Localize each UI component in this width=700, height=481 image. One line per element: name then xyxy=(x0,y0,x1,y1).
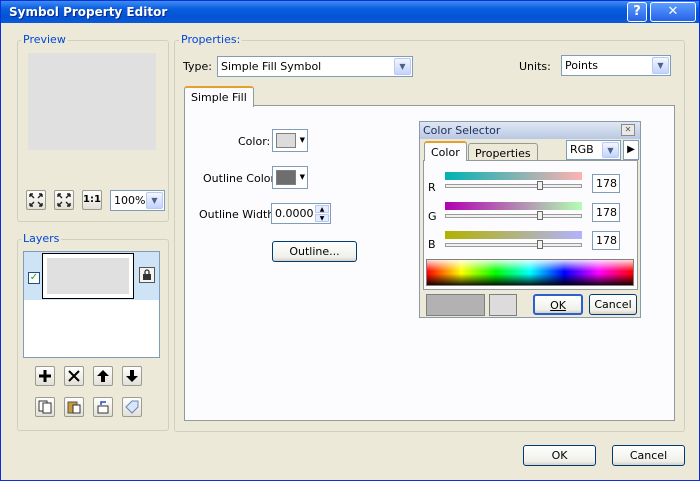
b-gradient-bar xyxy=(445,231,582,239)
g-gradient-bar xyxy=(445,202,582,210)
color-selector-cancel-button[interactable]: Cancel xyxy=(589,294,637,315)
close-icon[interactable]: ✕ xyxy=(621,124,635,136)
color-model-value: RGB xyxy=(570,143,594,156)
tag-icon[interactable] xyxy=(122,397,142,417)
tab-simple-fill[interactable]: Simple Fill xyxy=(184,86,254,107)
channel-label-r: R xyxy=(428,181,436,194)
title-bar[interactable]: Symbol Property Editor ? ✕ xyxy=(1,1,699,23)
outline-width-label: Outline Width: xyxy=(199,208,278,221)
units-label: Units: xyxy=(519,60,551,73)
remove-layer-icon[interactable] xyxy=(64,366,84,386)
color-spectrum[interactable] xyxy=(426,259,634,286)
outline-width-value: 0.0000 xyxy=(275,207,314,220)
ok-button[interactable]: OK xyxy=(523,445,596,466)
preview-swatch xyxy=(28,53,156,150)
current-color-swatch xyxy=(426,294,485,316)
g-slider-thumb[interactable] xyxy=(537,211,543,220)
layer-thumbnail[interactable] xyxy=(42,253,134,299)
copy-icon[interactable] xyxy=(35,397,55,417)
r-slider-thumb[interactable] xyxy=(537,181,543,190)
help-button[interactable]: ? xyxy=(627,2,647,22)
layer-row-selected[interactable]: ✓ xyxy=(24,252,159,300)
preview-label: Preview xyxy=(21,33,68,46)
window-title: Symbol Property Editor xyxy=(9,5,168,19)
layer-checkbox[interactable]: ✓ xyxy=(28,272,40,284)
r-gradient-bar xyxy=(445,172,582,180)
outline-color-label: Outline Color: xyxy=(203,172,279,185)
layer-fill-swatch xyxy=(47,258,129,294)
lock-icon[interactable] xyxy=(139,267,155,283)
move-up-icon[interactable] xyxy=(93,366,113,386)
close-icon: ✕ xyxy=(667,4,679,19)
color-model-combo[interactable]: RGB ▼ xyxy=(566,140,621,160)
layers-list[interactable]: ✓ xyxy=(23,251,160,358)
type-value: Simple Fill Symbol xyxy=(221,60,322,73)
full-extent-icon[interactable] xyxy=(54,190,74,210)
spin-up-icon[interactable]: ▲ xyxy=(315,205,329,213)
ok-label: OK xyxy=(550,299,566,312)
channel-label-g: G xyxy=(428,210,437,223)
type-combo[interactable]: Simple Fill Symbol ▼ xyxy=(217,56,413,77)
units-combo[interactable]: Points ▼ xyxy=(561,55,671,76)
actual-size-icon[interactable]: 1:1 xyxy=(82,190,102,210)
g-slider[interactable] xyxy=(445,214,582,218)
chevron-down-icon[interactable]: ▼ xyxy=(652,57,669,74)
tab-properties[interactable]: Properties xyxy=(468,143,538,161)
units-value: Points xyxy=(565,59,599,72)
outline-button[interactable]: Outline... xyxy=(272,241,357,262)
previous-color-swatch xyxy=(489,294,517,316)
cancel-button[interactable]: Cancel xyxy=(612,445,685,466)
symbol-property-editor-window: Symbol Property Editor ? ✕ Preview 1:1 1… xyxy=(0,0,700,481)
fit-icon[interactable] xyxy=(26,190,46,210)
outline-width-spinner[interactable]: 0.0000 ▲ ▼ xyxy=(271,203,331,224)
color-picker-button[interactable]: ▼ xyxy=(272,129,308,152)
zoom-value: 100% xyxy=(114,194,146,207)
chevron-right-icon[interactable]: ▶ xyxy=(623,140,639,160)
chevron-down-icon[interactable]: ▼ xyxy=(146,192,163,209)
close-button[interactable]: ✕ xyxy=(650,2,696,22)
move-down-icon[interactable] xyxy=(122,366,142,386)
paste-icon[interactable] xyxy=(64,397,84,417)
reset-icon[interactable] xyxy=(93,397,113,417)
color-selector-titlebar[interactable]: Color Selector ✕ xyxy=(420,122,640,139)
b-slider-thumb[interactable] xyxy=(537,240,543,249)
chevron-down-icon[interactable]: ▼ xyxy=(394,58,411,75)
chevron-down-icon: ▼ xyxy=(299,173,305,181)
type-label: Type: xyxy=(183,60,212,73)
chevron-down-icon: ▼ xyxy=(299,136,305,144)
color-label: Color: xyxy=(238,135,271,148)
properties-label: Properties: xyxy=(179,33,243,46)
spin-down-icon[interactable]: ▼ xyxy=(315,214,329,222)
color-selector-ok-button[interactable]: OK xyxy=(533,294,583,315)
zoom-combo[interactable]: 100% ▼ xyxy=(110,190,165,211)
layers-label: Layers xyxy=(21,232,62,245)
g-value-field[interactable]: 178 xyxy=(592,203,620,222)
outline-color-picker-button[interactable]: ▼ xyxy=(272,166,308,189)
color-selector-window: Color Selector ✕ Color Properties RGB ▼ … xyxy=(419,121,641,318)
color-selector-title: Color Selector xyxy=(423,124,501,137)
r-value-field[interactable]: 178 xyxy=(592,174,620,193)
outline-color-swatch xyxy=(276,170,296,185)
add-layer-icon[interactable] xyxy=(35,366,55,386)
b-value-field[interactable]: 178 xyxy=(592,231,620,250)
tab-color[interactable]: Color xyxy=(424,141,467,161)
r-slider[interactable] xyxy=(445,184,582,188)
color-swatch xyxy=(276,133,296,148)
channel-label-b: B xyxy=(428,238,436,251)
chevron-down-icon[interactable]: ▼ xyxy=(602,142,619,158)
b-slider[interactable] xyxy=(445,243,582,247)
